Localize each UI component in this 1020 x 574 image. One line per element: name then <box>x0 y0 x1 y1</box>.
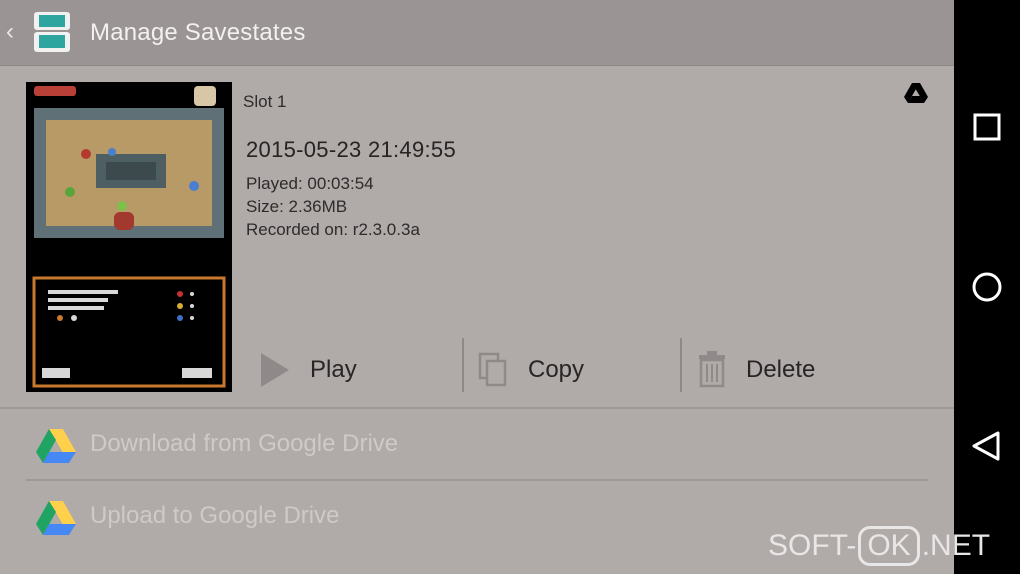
google-drive-color-icon <box>36 501 76 535</box>
row-divider <box>26 479 928 481</box>
watermark-right: .NET <box>921 529 991 562</box>
play-button[interactable]: Play <box>250 340 455 400</box>
play-label: Play <box>310 356 357 383</box>
delete-label: Delete <box>746 356 816 383</box>
action-divider <box>462 338 464 392</box>
app-screen: ‹ Manage Savestates Slot 1 2015-05-23 21… <box>0 0 954 574</box>
google-drive-icon <box>904 83 928 103</box>
download-drive-item[interactable]: Download from Google Drive <box>0 410 954 480</box>
app-bar: ‹ Manage Savestates <box>0 0 954 66</box>
system-nav-bar <box>954 0 1020 574</box>
action-divider <box>680 338 682 392</box>
copy-button[interactable]: Copy <box>470 340 675 400</box>
slot-label: Slot 1 <box>243 92 287 111</box>
google-drive-color-icon <box>36 429 76 463</box>
savestate-datetime: 2015-05-23 21:49:55 <box>246 137 456 162</box>
file-size: Size: 2.36MB <box>246 197 348 216</box>
home-circle-icon[interactable] <box>966 266 1008 308</box>
ds-console-app-icon[interactable] <box>30 10 74 54</box>
section-divider <box>0 407 954 409</box>
recents-square-icon[interactable] <box>966 106 1008 148</box>
copy-label: Copy <box>528 356 585 383</box>
page-title: Manage Savestates <box>90 19 306 46</box>
savestate-thumbnail[interactable] <box>26 82 232 392</box>
back-triangle-icon[interactable] <box>966 425 1008 467</box>
upload-label: Upload to Google Drive <box>90 502 340 529</box>
played-time: Played: 00:03:54 <box>246 174 374 193</box>
delete-button[interactable]: Delete <box>690 340 890 400</box>
watermark-left: SOFT- <box>768 529 857 562</box>
watermark: SOFT- OK .NET <box>768 526 990 570</box>
trash-icon <box>699 351 725 388</box>
download-label: Download from Google Drive <box>90 430 399 457</box>
back-chevron-icon[interactable]: ‹ <box>6 20 20 44</box>
recorded-version: Recorded on: r2.3.0.3a <box>246 220 420 239</box>
watermark-box: OK <box>858 526 920 566</box>
play-icon <box>261 353 289 387</box>
copy-icon <box>478 352 507 387</box>
